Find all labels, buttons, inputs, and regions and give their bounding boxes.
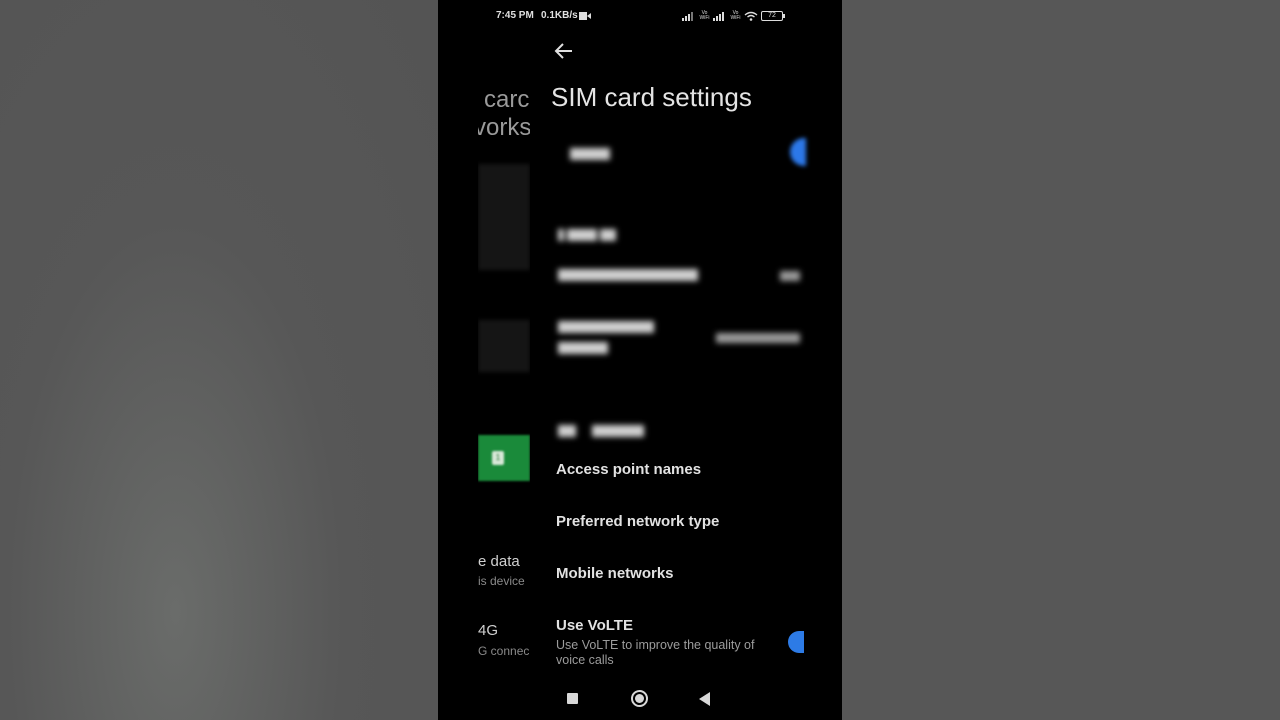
signal-icon bbox=[682, 12, 693, 21]
previous-label-4g: 4G bbox=[478, 622, 499, 639]
page-title: SIM card settings bbox=[551, 82, 752, 112]
battery-icon: 72 bbox=[761, 11, 785, 21]
network-speed: 0.1KB/s bbox=[541, 10, 578, 21]
sim-card-graphic: 1 bbox=[478, 435, 530, 481]
use-volte-description: Use VoLTE to improve the quality of voic… bbox=[556, 638, 755, 667]
background-left bbox=[0, 0, 438, 720]
volte-wifi-indicator: Vo WiFi bbox=[699, 10, 710, 21]
volte-toggle[interactable] bbox=[788, 631, 804, 653]
blurred-row-2[interactable] bbox=[558, 266, 701, 281]
back-arrow-icon[interactable] bbox=[552, 40, 576, 62]
previous-blurred-block-2 bbox=[478, 320, 530, 372]
recent-apps-icon[interactable] bbox=[567, 693, 578, 704]
blurred-row-3[interactable] bbox=[558, 318, 657, 333]
blurred-section-header bbox=[558, 422, 647, 437]
blurred-row-2-value bbox=[780, 268, 803, 282]
access-point-names-item[interactable]: Access point names bbox=[556, 461, 701, 478]
previous-sub-4g: G connec bbox=[478, 644, 530, 658]
navigation-bar bbox=[438, 684, 842, 714]
use-volte-item[interactable]: Use VoLTE bbox=[556, 617, 633, 634]
previous-blurred-block bbox=[478, 164, 530, 270]
wifi-icon bbox=[744, 11, 758, 21]
home-icon[interactable] bbox=[631, 690, 648, 707]
status-time: 7:45 PM bbox=[496, 10, 534, 21]
previous-screen-fragment: carc vorks 1 e data is device 4G G conne… bbox=[478, 80, 530, 680]
preferred-network-type-item[interactable]: Preferred network type bbox=[556, 513, 719, 530]
video-recording-icon bbox=[579, 12, 591, 20]
blurred-row-1 bbox=[558, 226, 619, 241]
mobile-networks-item[interactable]: Mobile networks bbox=[556, 565, 674, 582]
previous-sub-data: is device bbox=[478, 574, 525, 588]
blurred-sim-name[interactable] bbox=[570, 145, 613, 160]
blurred-row-3-value bbox=[716, 330, 803, 344]
signal-icon-2 bbox=[713, 12, 724, 21]
previous-title: carc vorks bbox=[478, 86, 530, 141]
status-icons: Vo WiFi Vo WiFi 72 bbox=[682, 9, 785, 23]
nav-back-icon[interactable] bbox=[699, 692, 710, 706]
sim-chip-icon: 1 bbox=[492, 451, 504, 465]
volte-wifi-indicator-2: Vo WiFi bbox=[730, 10, 741, 21]
sim-toggle-blurred[interactable] bbox=[790, 138, 806, 166]
blurred-row-3-sub bbox=[558, 339, 611, 354]
background-right bbox=[842, 0, 1280, 720]
phone-screen: 7:45 PM 0.1KB/s Vo WiFi Vo WiFi 72 carc … bbox=[438, 0, 842, 720]
status-bar: 7:45 PM 0.1KB/s Vo WiFi Vo WiFi 72 bbox=[438, 9, 842, 23]
previous-label-data: e data bbox=[478, 553, 520, 570]
